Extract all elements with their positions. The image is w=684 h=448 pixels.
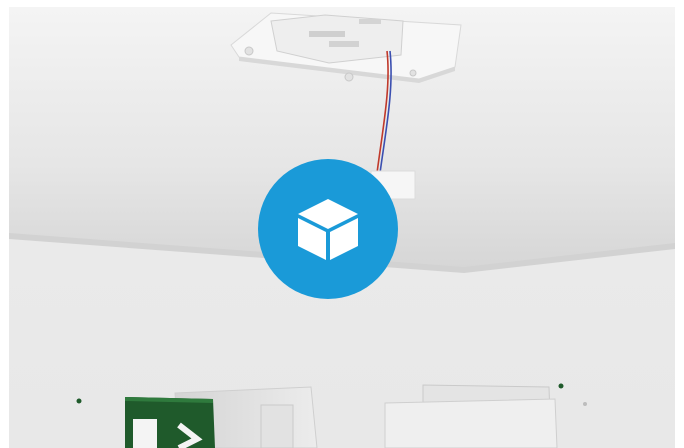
load-3d-model-button[interactable] [258,159,398,299]
3d-model-viewer[interactable] [9,7,675,448]
cube-icon [298,199,358,260]
